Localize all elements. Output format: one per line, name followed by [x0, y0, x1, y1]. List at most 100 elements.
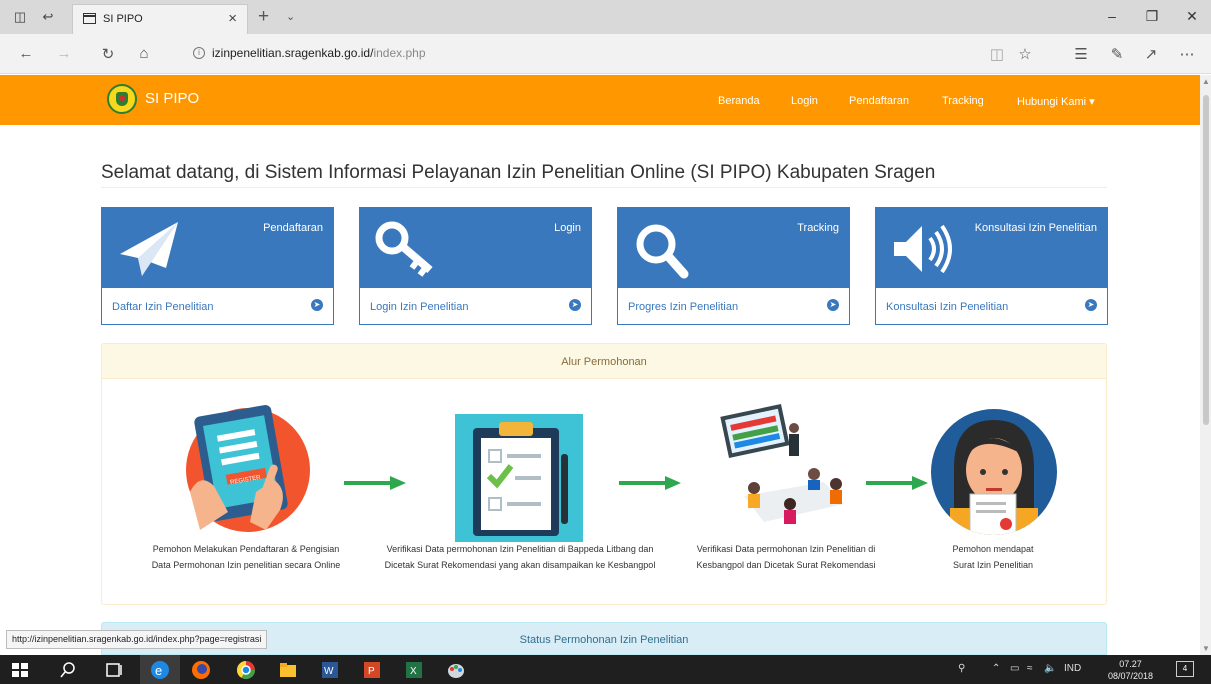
- page-icon: [83, 13, 96, 24]
- new-tab-icon[interactable]: +: [258, 6, 269, 28]
- pen-icon[interactable]: ✎: [1106, 45, 1128, 63]
- chrome-icon[interactable]: [236, 660, 256, 680]
- close-tab-icon[interactable]: ×: [228, 10, 237, 27]
- page-scrollbar[interactable]: ▲ ▼: [1200, 75, 1211, 655]
- arrow-right-icon[interactable]: ➤: [311, 299, 323, 311]
- battery-icon[interactable]: ▭: [1010, 663, 1019, 674]
- card-header: Pendaftaran: [102, 208, 333, 288]
- alur-title: Alur Permohonan: [561, 356, 647, 368]
- favorite-star-icon[interactable]: ☆: [1014, 45, 1036, 63]
- tab-title: SI PIPO: [103, 13, 143, 25]
- svg-text:W: W: [324, 666, 334, 677]
- address-path: index.php: [373, 46, 426, 60]
- back-icon[interactable]: ←: [14, 45, 38, 62]
- home-icon[interactable]: ⌂: [132, 45, 156, 62]
- site-brand[interactable]: SI PIPO: [145, 90, 199, 107]
- favorites-hub-icon[interactable]: ☰: [1070, 45, 1092, 63]
- nav-pendaftaran[interactable]: Pendaftaran: [849, 95, 909, 107]
- nav-tracking[interactable]: Tracking: [942, 95, 984, 107]
- address-bar[interactable]: izinpenelitian.sragenkab.go.id/index.php: [212, 46, 426, 60]
- volume-mute-icon[interactable]: 🔈: [1044, 663, 1056, 674]
- language-indicator[interactable]: IND: [1064, 663, 1081, 674]
- arrow-right-icon: [866, 476, 928, 490]
- step-caption-1: Pemohon Melakukan Pendaftaran & Pengisia…: [140, 541, 352, 573]
- card-pendaftaran[interactable]: Pendaftaran Daftar Izin Penelitian ➤: [101, 207, 334, 325]
- caption-line: Pemohon mendapat: [952, 544, 1034, 554]
- clock-date: 08/07/2018: [1108, 671, 1154, 681]
- svg-text:X: X: [410, 666, 417, 677]
- system-clock[interactable]: 07.27 08/07/2018: [1108, 658, 1153, 682]
- firefox-icon[interactable]: [191, 660, 211, 680]
- caption-line: Verifikasi Data permohonan Izin Peneliti…: [696, 544, 876, 554]
- restore-icon[interactable]: ❐: [1137, 8, 1167, 25]
- wifi-icon[interactable]: ≈: [1027, 663, 1033, 674]
- meeting-illustration: [720, 404, 844, 524]
- share-icon[interactable]: ↗: [1140, 45, 1162, 63]
- register-tablet-illustration: REGISTER: [186, 404, 310, 532]
- clipboard-checklist-illustration: [455, 414, 583, 542]
- browser-tab[interactable]: SI PIPO ×: [72, 4, 248, 34]
- more-icon[interactable]: ⋯: [1176, 45, 1198, 63]
- caption-line: Surat Izin Penelitian: [952, 560, 1034, 570]
- scroll-thumb[interactable]: [1203, 95, 1209, 425]
- tab-aside-icon[interactable]: ↩: [40, 9, 56, 25]
- task-view-icon[interactable]: [104, 660, 124, 680]
- word-icon[interactable]: W: [320, 660, 340, 680]
- chevron-up-icon[interactable]: ⌃: [992, 663, 1000, 674]
- browser-titlebar: ◫ ↩ SI PIPO × + ⌄ – ❐ ✕: [0, 0, 1211, 34]
- card-header: Login: [360, 208, 591, 288]
- svg-text:P: P: [368, 666, 375, 677]
- excel-icon[interactable]: X: [404, 660, 424, 680]
- card-footer-label[interactable]: Daftar Izin Penelitian: [112, 301, 214, 313]
- paper-plane-icon: [120, 222, 178, 276]
- scroll-up-icon[interactable]: ▲: [1202, 77, 1210, 86]
- volume-icon: [894, 224, 952, 274]
- chevron-down-icon[interactable]: ⌄: [286, 10, 295, 23]
- edge-browser-icon[interactable]: e: [150, 660, 170, 680]
- close-window-icon[interactable]: ✕: [1177, 8, 1207, 25]
- reading-view-icon[interactable]: ◫: [986, 45, 1008, 63]
- people-icon[interactable]: ⚲: [958, 663, 965, 674]
- caption-line: Dicetak Surat Rekomendasi yang akan disa…: [384, 560, 656, 570]
- powerpoint-icon[interactable]: P: [362, 660, 382, 680]
- refresh-icon[interactable]: ↻: [96, 45, 120, 63]
- windows-start-icon[interactable]: [10, 660, 30, 680]
- windows-taskbar: e W P X ⚲ ⌃ ▭ ≈ 🔈 IND 07.27 08/07/2018 4: [0, 655, 1211, 684]
- card-footer-label[interactable]: Konsultasi Izin Penelitian: [886, 301, 1008, 313]
- card-title: Tracking: [797, 222, 839, 234]
- tab-manager-icon[interactable]: ◫: [12, 9, 28, 25]
- welcome-heading: Selamat datang, di Sistem Informasi Pela…: [101, 162, 936, 183]
- card-title: Pendaftaran: [263, 222, 323, 234]
- woman-letter-illustration: [931, 409, 1057, 535]
- arrow-right-icon: [344, 476, 406, 490]
- step-caption-2: Verifikasi Data permohonan Izin Peneliti…: [372, 541, 668, 573]
- card-footer-label[interactable]: Login Izin Penelitian: [370, 301, 468, 313]
- nav-hubungi-kami[interactable]: Hubungi Kami ▾: [1017, 95, 1095, 108]
- nav-login[interactable]: Login: [791, 95, 818, 107]
- step-caption-3: Verifikasi Data permohonan Izin Peneliti…: [686, 541, 886, 573]
- card-login[interactable]: Login Login Izin Penelitian ➤: [359, 207, 592, 325]
- scroll-down-icon[interactable]: ▼: [1202, 644, 1210, 653]
- file-explorer-icon[interactable]: [278, 660, 298, 680]
- caption-line: Verifikasi Data permohonan Izin Peneliti…: [386, 544, 654, 554]
- card-konsultasi[interactable]: Konsultasi Izin Penelitian Konsultasi Iz…: [875, 207, 1108, 325]
- sragen-logo-icon[interactable]: [107, 84, 137, 114]
- arrow-right-icon[interactable]: ➤: [827, 299, 839, 311]
- alur-header: Alur Permohonan: [102, 344, 1106, 379]
- search-icon[interactable]: [58, 660, 78, 680]
- card-tracking[interactable]: Tracking Progres Izin Penelitian ➤: [617, 207, 850, 325]
- card-title: Login: [554, 222, 581, 234]
- info-icon[interactable]: i: [193, 47, 205, 59]
- arrow-right-icon[interactable]: ➤: [1085, 299, 1097, 311]
- notification-center-icon[interactable]: 4: [1176, 661, 1194, 677]
- arrow-right-icon: [619, 476, 681, 490]
- arrow-right-icon[interactable]: ➤: [569, 299, 581, 311]
- address-host: izinpenelitian.sragenkab.go.id/: [212, 46, 374, 60]
- clock-time: 07.27: [1119, 659, 1142, 669]
- card-title: Konsultasi Izin Penelitian: [974, 222, 1097, 234]
- nav-beranda[interactable]: Beranda: [718, 95, 760, 107]
- minimize-icon[interactable]: –: [1097, 8, 1127, 24]
- paint-icon[interactable]: [446, 660, 466, 680]
- card-footer-label[interactable]: Progres Izin Penelitian: [628, 301, 738, 313]
- forward-icon[interactable]: →: [52, 45, 76, 62]
